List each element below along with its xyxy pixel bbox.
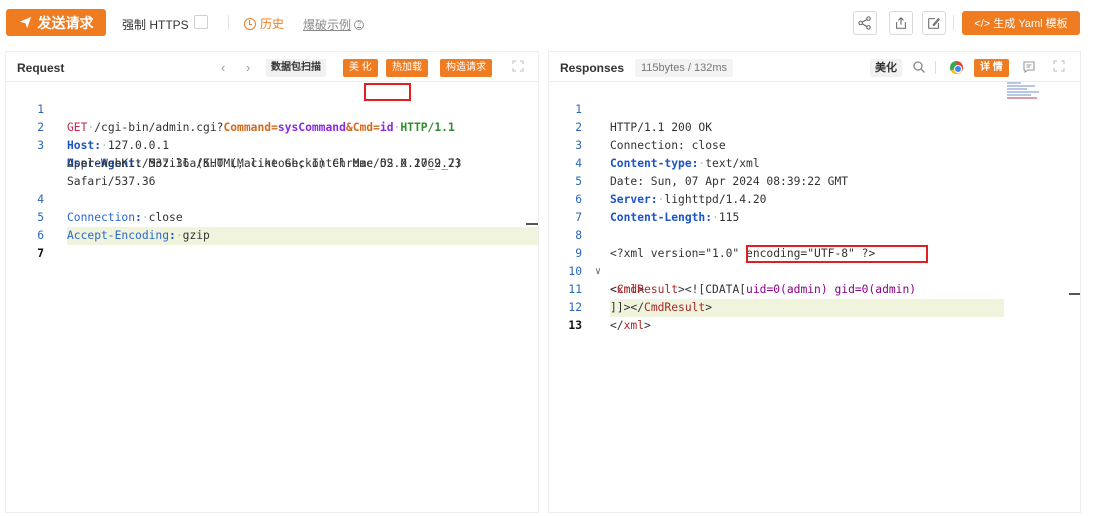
response-header: Responses 115bytes / 132ms 美化 详 情 — [549, 52, 1080, 82]
line-number: 7 — [37, 247, 44, 260]
response-line: 13 — [549, 299, 1080, 332]
response-line: 6 Content-Length:·115 — [549, 173, 1080, 224]
expand-icon[interactable] — [512, 60, 524, 72]
scroll-marker — [1069, 293, 1080, 295]
response-line: 5 Server:·lighttpd/1.4.20 — [549, 155, 1080, 206]
toolbar-divider — [228, 15, 229, 30]
generate-yaml-template-button[interactable]: </> 生成 Yaml 模板 — [962, 11, 1080, 35]
response-lines: 1 HTTP/1.1 200 OK 2 Connection: close 3 … — [549, 83, 1080, 512]
response-line: 2 Connection: close — [549, 101, 1080, 152]
force-https-checkbox[interactable] — [194, 15, 208, 29]
packet-scan-button[interactable]: 数据包扫描 — [266, 59, 326, 77]
send-request-label: 发送请求 — [37, 14, 94, 31]
highlight-box — [364, 83, 411, 101]
highlight-box — [746, 245, 928, 263]
tag-bracket: > — [644, 319, 651, 332]
chevron-right-icon[interactable]: › — [246, 60, 250, 75]
response-size-badge: 115bytes / 132ms — [635, 59, 734, 77]
edit-button[interactable] — [922, 11, 946, 35]
response-panel: Responses 115bytes / 132ms 美化 详 情 1 HTTP… — [548, 51, 1081, 513]
send-request-button[interactable]: 发送请求 — [6, 9, 106, 36]
chevron-left-icon[interactable]: ‹ — [221, 60, 225, 75]
brute-force-examples-link[interactable]: 爆破示例 ? — [303, 16, 365, 33]
beautify-button[interactable]: 美化 — [870, 59, 902, 77]
header-divider — [935, 61, 936, 74]
response-line: 12 </xml> — [549, 281, 1080, 332]
request-line: 4 Connection:·close — [6, 173, 538, 224]
response-line: 4 Date: Sun, 07 Apr 2024 08:39:22 GMT — [549, 137, 1080, 188]
response-line: 11 ]]></CmdResult> — [549, 263, 1080, 314]
send-icon — [19, 16, 31, 29]
line-number: 13 — [568, 319, 582, 332]
request-line-wrap: Safari/537.36 — [6, 155, 538, 188]
response-line: 1 HTTP/1.1 200 OK — [549, 83, 1080, 134]
request-line: 1 GET·/cgi-bin/admin.cgi?Command=sysComm… — [6, 83, 538, 134]
force-https-label: 强制 HTTPS — [122, 18, 189, 32]
top-toolbar: 发送请求 强制 HTTPS 历史 爆破示例 ? </> 生成 Yaml 模板 — [0, 0, 1093, 46]
request-line: 6 — [6, 209, 538, 242]
xml-tag: xml — [623, 319, 645, 332]
export-icon — [896, 17, 906, 29]
build-request-button[interactable]: 构造请求 — [440, 59, 492, 77]
request-panel: Request ‹ › 数据包扫描 美 化 热加载 构造请求 1 GET·/cg… — [5, 51, 539, 513]
comment-icon[interactable] — [1022, 60, 1036, 74]
request-lines: 1 GET·/cgi-bin/admin.cgi?Command=sysComm… — [6, 83, 538, 512]
response-editor[interactable]: 1 HTTP/1.1 200 OK 2 Connection: close 3 … — [549, 83, 1080, 512]
tag-bracket: </ — [610, 319, 624, 332]
request-line-wrap: AppleWebKit/537.36 (KHTML, like Gecko) C… — [6, 137, 538, 170]
request-line: 5 Accept-Encoding:·gzip — [6, 191, 538, 242]
request-title: Request — [17, 61, 65, 75]
history-link[interactable]: 历史 — [244, 15, 284, 32]
expand-icon[interactable] — [1053, 60, 1065, 72]
export-button[interactable] — [889, 11, 913, 35]
response-line: 3 Content-type:·text/xml — [549, 119, 1080, 170]
edit-icon — [928, 17, 940, 29]
request-editor[interactable]: 1 GET·/cgi-bin/admin.cgi?Command=sysComm… — [6, 83, 538, 512]
response-line: 7 — [549, 191, 1080, 224]
request-header: Request ‹ › 数据包扫描 美 化 热加载 构造请求 — [6, 52, 538, 82]
scroll-marker — [526, 223, 538, 225]
examples-label: 爆破示例 — [303, 18, 352, 32]
hot-load-button[interactable]: 热加载 — [386, 59, 428, 77]
clock-icon — [244, 17, 256, 30]
request-line: 7 — [6, 227, 538, 260]
share-icon — [858, 16, 871, 30]
chrome-icon[interactable] — [950, 61, 963, 74]
request-line: 3 User-Agent:·Mozilla/5.0 (Macintosh; In… — [6, 119, 538, 170]
code-minimap[interactable] — [1007, 82, 1043, 104]
response-title: Responses — [560, 61, 625, 75]
response-line: 8 <?xml version="1.0" encoding="UTF-8" ?… — [549, 209, 1080, 260]
yaml-label: </> 生成 Yaml 模板 — [974, 18, 1068, 30]
share-button[interactable] — [853, 11, 877, 35]
request-line: 2 Host:·127.0.0.1 — [6, 101, 538, 152]
history-label: 历史 — [260, 17, 285, 31]
toolbar-divider — [953, 15, 954, 30]
response-line: 9 ∨ <xml> — [549, 227, 1080, 296]
details-button[interactable]: 详 情 — [974, 59, 1009, 77]
help-icon: ? — [354, 19, 365, 30]
search-icon[interactable] — [912, 60, 926, 74]
beautify-button[interactable]: 美 化 — [343, 59, 378, 77]
